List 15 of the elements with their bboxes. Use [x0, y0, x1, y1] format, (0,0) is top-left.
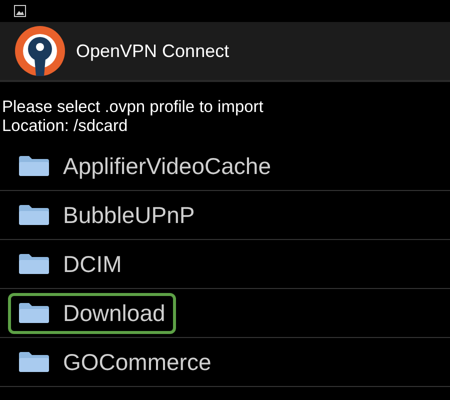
folder-icon	[19, 205, 49, 225]
folder-item[interactable]: GOCommerce	[8, 342, 222, 382]
folder-item[interactable]: ApplifierVideoCache	[8, 146, 282, 186]
location-text: Location: /sdcard	[1, 117, 129, 136]
folder-icon	[19, 352, 49, 372]
image-icon	[14, 5, 26, 17]
folder-icon	[19, 156, 49, 176]
folder-item[interactable]: BubbleUPnP	[8, 194, 206, 236]
logo-icon	[14, 25, 66, 77]
folder-icon	[19, 303, 49, 323]
app-title: OpenVPN Connect	[76, 40, 230, 62]
folder-item[interactable]: Download	[8, 292, 176, 334]
prompt-text: Please select .ovpn profile to import	[1, 98, 264, 117]
folder-icon	[19, 254, 49, 274]
folder-item[interactable]: DCIM	[8, 244, 133, 284]
